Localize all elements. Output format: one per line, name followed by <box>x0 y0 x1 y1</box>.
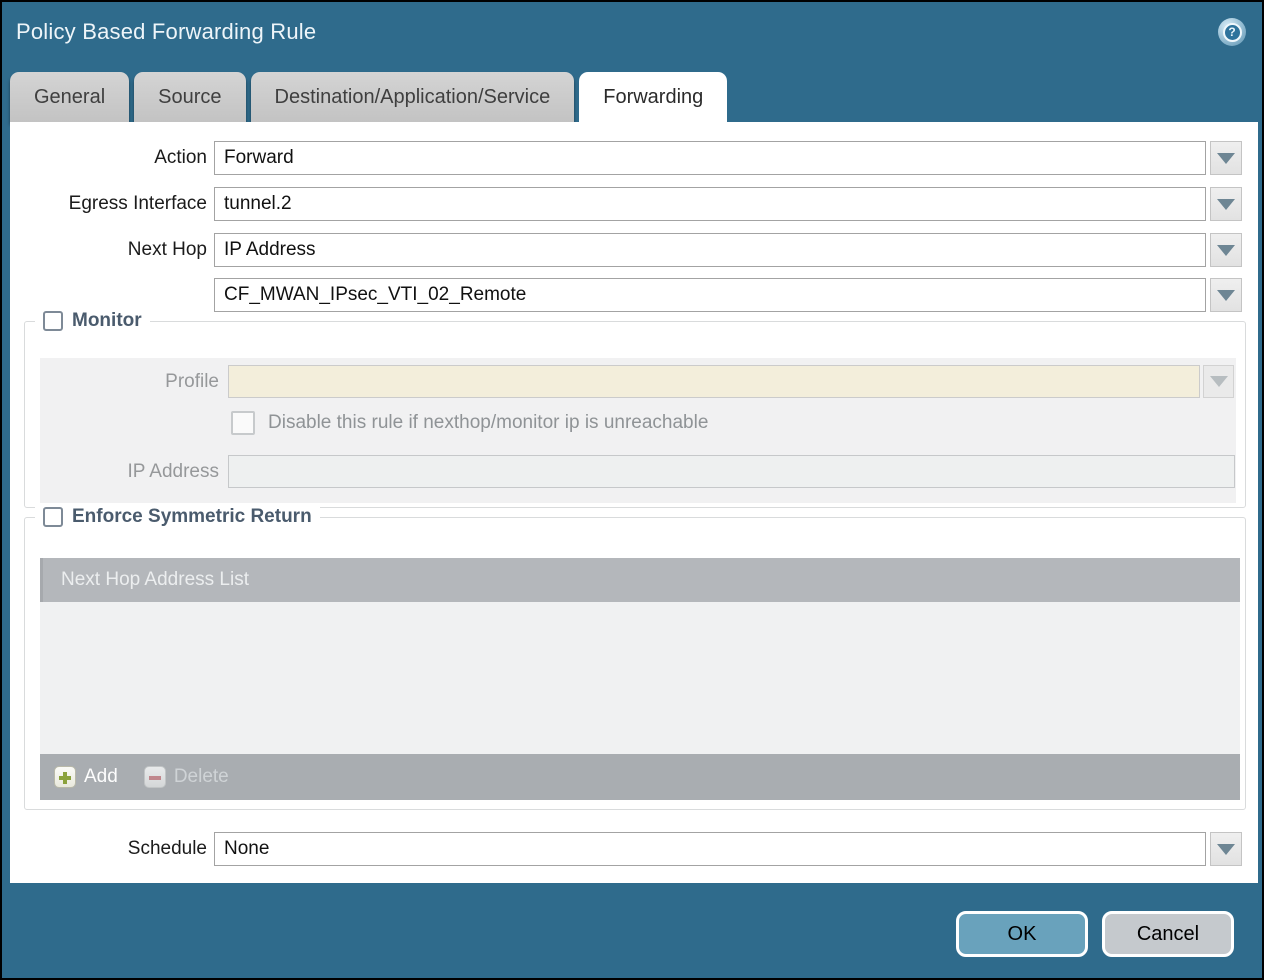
pbf-rule-dialog: Policy Based Forwarding Rule ? General S… <box>0 0 1264 980</box>
monitor-title: Monitor <box>72 310 142 332</box>
action-row: Action Forward <box>10 141 1258 175</box>
schedule-dropdown-button[interactable] <box>1210 832 1242 866</box>
add-button[interactable]: Add <box>54 766 118 788</box>
next-hop-address-row: CF_MWAN_IPsec_VTI_02_Remote <box>10 278 1258 312</box>
schedule-row: Schedule None <box>10 832 1258 866</box>
next-hop-table-body[interactable] <box>40 602 1240 754</box>
tab-destination-application-service[interactable]: Destination/Application/Service <box>251 72 575 122</box>
plus-icon <box>54 766 76 788</box>
monitor-legend: Monitor <box>35 310 150 332</box>
disable-rule-checkbox <box>231 411 255 435</box>
action-select[interactable]: Forward <box>214 141 1206 175</box>
next-hop-table-toolbar: Add Delete <box>40 754 1240 800</box>
next-hop-row: Next Hop IP Address <box>10 233 1258 267</box>
disable-rule-row: Disable this rule if nexthop/monitor ip … <box>40 411 1236 444</box>
profile-dropdown-button <box>1203 365 1234 398</box>
chevron-down-icon <box>1217 199 1235 210</box>
chevron-down-icon <box>1217 290 1235 301</box>
next-hop-address-table: Next Hop Address List Add Delete <box>40 558 1240 800</box>
minus-icon <box>144 766 166 788</box>
profile-label: Profile <box>40 365 219 398</box>
monitor-checkbox[interactable] <box>43 311 63 331</box>
tab-source[interactable]: Source <box>134 72 245 122</box>
delete-button: Delete <box>144 766 229 788</box>
egress-interface-dropdown-button[interactable] <box>1210 187 1242 221</box>
egress-interface-row: Egress Interface tunnel.2 <box>10 187 1258 221</box>
next-hop-type-select[interactable]: IP Address <box>214 233 1206 267</box>
monitor-ip-row: IP Address <box>40 455 1236 488</box>
next-hop-address-select[interactable]: CF_MWAN_IPsec_VTI_02_Remote <box>214 278 1206 312</box>
delete-button-label: Delete <box>174 766 229 788</box>
schedule-label: Schedule <box>10 832 207 866</box>
disable-rule-label: Disable this rule if nexthop/monitor ip … <box>268 411 708 435</box>
forwarding-tab-panel: Action Forward Egress Interface tunnel.2… <box>10 122 1258 887</box>
dialog-footer: OK Cancel <box>4 883 1260 976</box>
action-label: Action <box>10 141 207 175</box>
enforce-symmetric-return-checkbox[interactable] <box>43 507 63 527</box>
add-button-label: Add <box>84 766 118 788</box>
tab-general[interactable]: General <box>10 72 129 122</box>
monitor-section: Monitor Profile Disable this rule if nex… <box>24 321 1246 508</box>
question-mark-glyph: ? <box>1223 23 1242 42</box>
cancel-button[interactable]: Cancel <box>1102 911 1234 957</box>
next-hop-dropdown-button[interactable] <box>1210 233 1242 267</box>
next-hop-table-header: Next Hop Address List <box>40 558 1240 602</box>
monitor-ip-label: IP Address <box>40 455 219 488</box>
profile-select <box>228 365 1200 398</box>
enforce-symmetric-return-title: Enforce Symmetric Return <box>72 506 312 528</box>
chevron-down-icon <box>1217 153 1235 164</box>
next-hop-label: Next Hop <box>10 233 207 267</box>
chevron-down-icon <box>1217 245 1235 256</box>
chevron-down-icon <box>1217 844 1235 855</box>
schedule-select[interactable]: None <box>214 832 1206 866</box>
symmetric-return-section: Enforce Symmetric Return Next Hop Addres… <box>24 517 1246 810</box>
action-dropdown-button[interactable] <box>1210 141 1242 175</box>
tab-forwarding[interactable]: Forwarding <box>579 72 727 122</box>
chevron-down-icon <box>1210 376 1228 387</box>
tab-strip: General Source Destination/Application/S… <box>10 62 1254 122</box>
egress-interface-select[interactable]: tunnel.2 <box>214 187 1206 221</box>
egress-interface-label: Egress Interface <box>10 187 207 221</box>
monitor-ip-input <box>228 455 1235 488</box>
symmetric-return-legend: Enforce Symmetric Return <box>35 506 320 528</box>
help-icon[interactable]: ? <box>1218 18 1246 46</box>
dialog-titlebar: Policy Based Forwarding Rule ? <box>2 2 1262 62</box>
next-hop-address-dropdown-button[interactable] <box>1210 278 1242 312</box>
profile-row: Profile <box>40 365 1236 398</box>
ok-button[interactable]: OK <box>956 911 1088 957</box>
dialog-title: Policy Based Forwarding Rule <box>16 19 316 45</box>
monitor-box: Profile Disable this rule if nexthop/mon… <box>40 358 1236 503</box>
